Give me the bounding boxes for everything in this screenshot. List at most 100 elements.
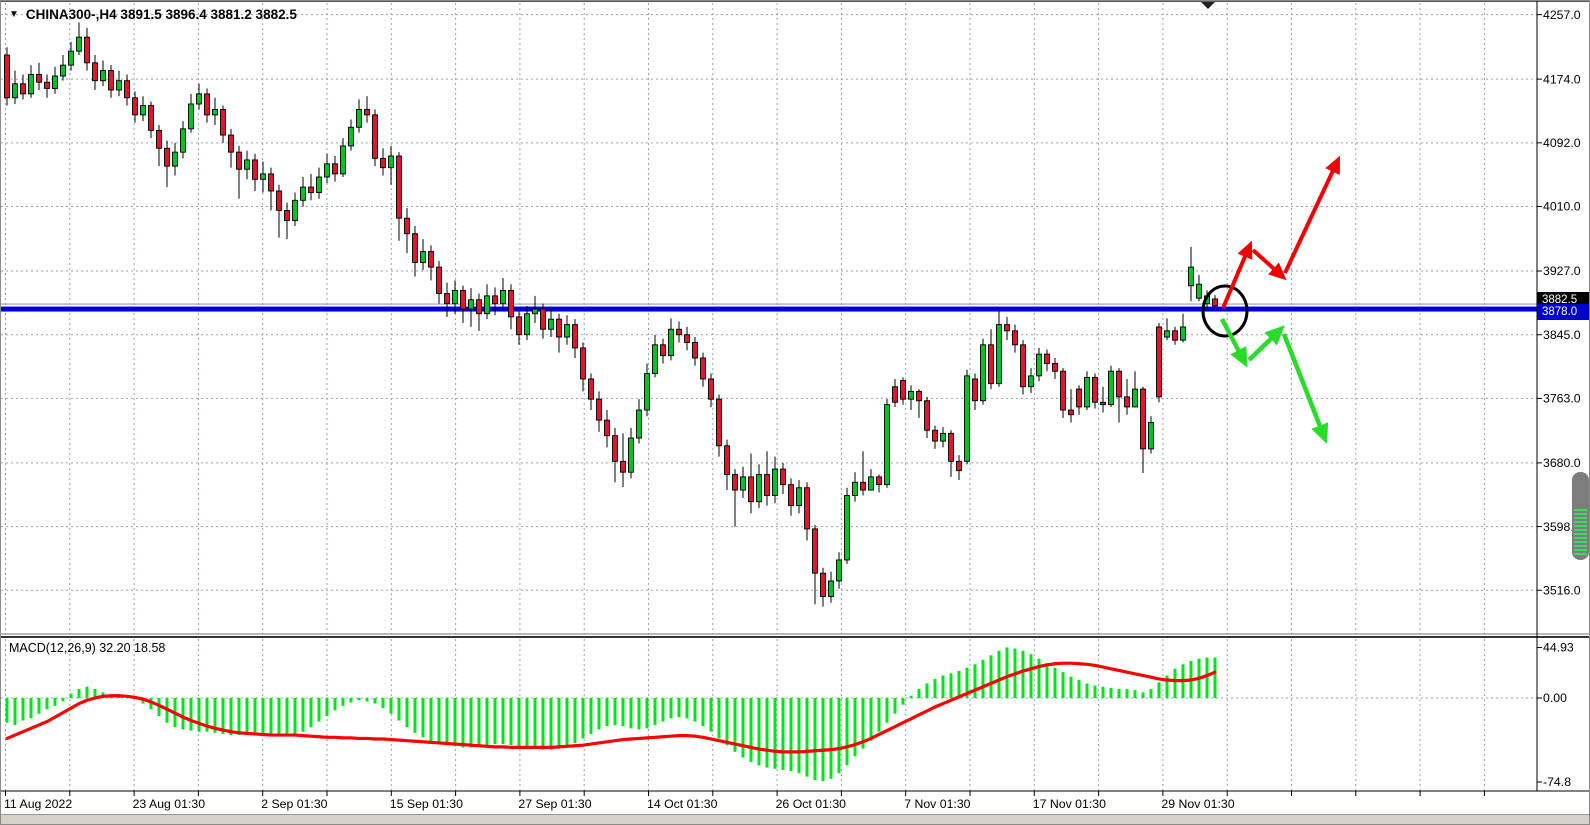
macd-histogram-bar [558,698,561,749]
macd-histogram-bar [718,698,721,738]
candle-body [461,290,466,309]
price-tick-label[interactable]: 3516.0 [1543,583,1581,597]
macd-histogram-bar [70,694,73,698]
candle-body [581,348,586,379]
axes-frame-layer [1,1,1590,791]
overlay-scrollbar-thumb[interactable] [1572,472,1589,560]
macd-histogram-bar [830,698,833,779]
macd-histogram-bar [1110,688,1113,698]
candle-body [117,81,122,90]
candle-body [1109,371,1114,404]
candle-body [1005,325,1010,331]
red-up-zigzag-arrow[interactable] [1285,160,1338,273]
macd-histogram-bar [774,698,777,769]
time-tick-label[interactable]: 11 Aug 2022 [4,797,72,811]
horizontal-line-layer[interactable] [1,304,1537,312]
macd-tick-label[interactable]: 0.00 [1543,691,1567,705]
time-tick-label[interactable]: 2 Sep 01:30 [261,797,327,811]
candle-body [309,187,314,192]
macd-histogram-bar [686,698,689,718]
candle-body [373,115,378,159]
macd-histogram-bar [334,698,337,710]
macd-histogram-bar [86,687,89,698]
candle-body [797,488,802,506]
axis-labels-layer[interactable]: 4257.0 4174.0 4092.0 4010.0 3927.0 3845.0 3763… [4,8,1581,811]
macd-histogram-bar [190,698,193,731]
time-tick-label[interactable]: 29 Nov 01:30 [1161,797,1234,811]
grid-layer [1,3,1537,796]
macd-histogram-bar [894,698,897,714]
candle-body [949,433,954,461]
drawing-annotations-layer[interactable] [1203,160,1338,439]
candle-body [29,74,34,93]
time-tick-label[interactable]: 14 Oct 01:30 [647,797,718,811]
candle-body [141,106,146,115]
candle-body [845,496,850,560]
symbol-dropdown-triangle-icon[interactable]: ▼ [9,10,19,20]
time-tick-label[interactable]: 26 Oct 01:30 [776,797,847,811]
chart-canvas[interactable]: 4257.0 4174.0 4092.0 4010.0 3927.0 3845.0 3763… [1,1,1590,813]
candle-body [1173,331,1178,340]
candle-body [269,174,274,191]
support-horizontal-line[interactable] [1,307,1537,312]
time-tick-label[interactable]: 7 Nov 01:30 [904,797,970,811]
macd-histogram-bar [758,698,761,765]
candle-body [485,296,490,314]
price-tick-label[interactable]: 4092.0 [1543,136,1581,150]
green-down-zigzag-arrow[interactable] [1284,334,1325,439]
macd-histogram-bar [54,698,57,706]
candle-body [973,379,978,401]
macd-histogram-bar [1094,686,1097,698]
candle-body [1157,327,1162,397]
time-tick-label[interactable]: 27 Sep 01:30 [518,797,591,811]
candle-body [149,106,154,131]
macd-histogram-bar [1054,668,1057,698]
price-tick-label[interactable]: 4010.0 [1543,200,1581,214]
time-tick-label[interactable]: 17 Nov 01:30 [1033,797,1106,811]
macd-histogram-bar [398,698,401,720]
macd-histogram-bar [38,698,41,714]
candle-body [589,379,594,399]
candle-body [93,63,98,81]
price-tick-label[interactable]: 4257.0 [1543,8,1581,22]
macd-histogram-bar [1206,658,1209,698]
macd-histogram-bar [790,698,793,771]
candle-body [133,98,138,115]
candle-body [317,177,322,193]
price-tick-label[interactable]: 3763.0 [1543,392,1581,406]
time-tick-label[interactable]: 15 Sep 01:30 [390,797,463,811]
candle-body [573,325,578,348]
macd-histogram-bar [1006,647,1009,698]
candle-body [613,436,618,462]
macd-tick-label[interactable]: 44.93 [1543,641,1574,655]
price-tick-label[interactable]: 3680.0 [1543,456,1581,470]
candle-body [421,252,426,263]
macd-histogram-bar [574,698,577,743]
macd-histogram-bar [806,698,809,777]
price-tick-label[interactable]: 3927.0 [1543,264,1581,278]
candle-body [525,314,530,335]
red-up-zigzag-arrow[interactable] [1253,250,1283,277]
macd-histogram-bar [822,698,825,781]
time-tick-label[interactable]: 23 Aug 01:30 [133,797,206,811]
macd-histogram-bar [526,698,529,747]
macd-tick-label[interactable]: -74.8 [1543,775,1571,789]
candle-body [517,317,522,335]
candle-body [621,461,626,472]
candle-body [77,37,82,51]
macd-histogram-bar [926,683,929,698]
candle-body [653,345,658,374]
green-down-zigzag-arrow[interactable] [1249,329,1281,360]
candle-body [1197,284,1202,298]
candle-body [45,82,50,88]
candle-body [197,94,202,104]
candle-body [349,127,354,146]
macd-signal-line [7,663,1215,752]
chart-title-row: ▼ CHINA300-,H4 3891.5 3896.4 3881.2 3882… [9,7,297,22]
candle-body [693,342,698,358]
macd-histogram-bar [950,673,953,698]
candle-body [413,234,418,263]
price-tick-label[interactable]: 4174.0 [1543,72,1581,86]
price-tick-label[interactable]: 3845.0 [1543,328,1581,342]
candle-body [645,374,650,411]
